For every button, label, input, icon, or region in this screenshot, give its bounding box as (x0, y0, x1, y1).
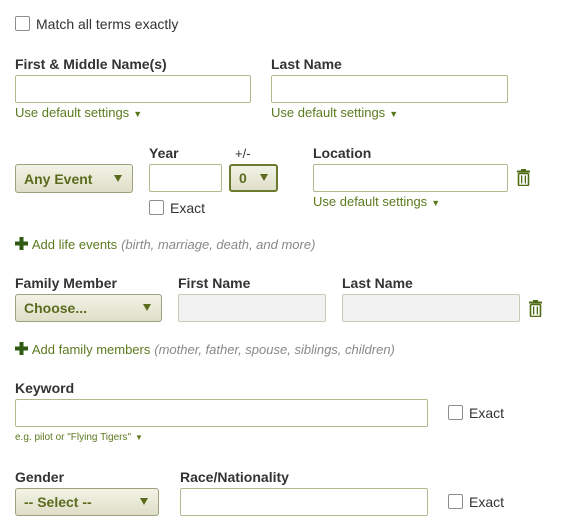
family-member-value: Choose... (24, 300, 88, 316)
year-exact-checkbox[interactable] (149, 200, 164, 215)
location-settings-label: Use default settings (313, 194, 428, 209)
family-first-name-input[interactable] (178, 294, 326, 322)
caret-down-icon: ▼ (133, 109, 143, 119)
match-exact-label: Match all terms exactly (36, 16, 179, 32)
last-name-label: Last Name (271, 56, 342, 72)
caret-down-icon: ▼ (135, 433, 143, 442)
add-life-events-link[interactable]: Add life events (birth, marriage, death,… (15, 236, 315, 252)
family-member-label: Family Member (15, 275, 117, 291)
caret-down-icon: ▼ (431, 198, 441, 208)
location-label: Location (313, 145, 372, 161)
match-exact-checkbox[interactable] (15, 16, 30, 31)
chevron-down-icon (140, 498, 148, 505)
race-exact-label: Exact (469, 494, 505, 510)
keyword-label: Keyword (15, 380, 75, 396)
race-label: Race/Nationality (180, 469, 289, 485)
chevron-down-icon (260, 174, 268, 181)
add-family-members-link[interactable]: Add family members (mother, father, spou… (15, 341, 395, 357)
event-type-value: Any Event (24, 170, 93, 187)
location-input[interactable] (313, 164, 508, 192)
family-first-name-label: First Name (178, 275, 251, 291)
keyword-example-link[interactable]: e.g. pilot or "Flying Tigers" ▼ (15, 432, 143, 443)
gender-label: Gender (15, 469, 65, 485)
plus-icon (15, 237, 28, 250)
family-last-name-input[interactable] (342, 294, 520, 322)
event-type-select[interactable]: Any Event (15, 164, 133, 193)
add-life-events-label: Add life events (31, 237, 118, 252)
first-middle-input[interactable] (15, 75, 251, 103)
add-life-events-hint: (birth, marriage, death, and more) (121, 237, 316, 252)
location-settings-link[interactable]: Use default settings ▼ (313, 194, 440, 209)
keyword-exact-checkbox[interactable] (448, 405, 463, 420)
trash-icon[interactable] (529, 300, 542, 317)
gender-select[interactable]: -- Select -- (15, 488, 159, 516)
keyword-input[interactable] (15, 399, 428, 427)
year-range-select[interactable]: 0 (229, 164, 278, 192)
race-exact-checkbox[interactable] (448, 494, 463, 509)
family-member-select[interactable]: Choose... (15, 294, 162, 322)
race-input[interactable] (180, 488, 428, 516)
last-name-settings-label: Use default settings (271, 105, 386, 120)
family-last-name-label: Last Name (342, 275, 413, 291)
year-range-value: 0 (239, 170, 247, 186)
first-middle-settings-label: Use default settings (15, 105, 130, 120)
first-middle-settings-link[interactable]: Use default settings ▼ (15, 105, 142, 120)
keyword-example-text: e.g. pilot or "Flying Tigers" (15, 432, 132, 443)
caret-down-icon: ▼ (389, 109, 399, 119)
gender-value: -- Select -- (24, 494, 92, 510)
add-family-members-label: Add family members (31, 342, 151, 357)
keyword-exact-label: Exact (469, 405, 505, 421)
plus-icon (15, 342, 28, 355)
year-exact-label: Exact (170, 200, 206, 216)
add-family-members-hint: (mother, father, spouse, siblings, child… (154, 342, 395, 357)
last-name-input[interactable] (271, 75, 508, 103)
first-middle-label: First & Middle Name(s) (15, 56, 167, 72)
year-label: Year (149, 145, 179, 161)
chevron-down-icon (143, 304, 151, 311)
last-name-settings-link[interactable]: Use default settings ▼ (271, 105, 398, 120)
range-label: +/- (235, 146, 251, 161)
trash-icon[interactable] (517, 169, 530, 186)
chevron-down-icon (114, 174, 122, 182)
year-input[interactable] (149, 164, 222, 192)
